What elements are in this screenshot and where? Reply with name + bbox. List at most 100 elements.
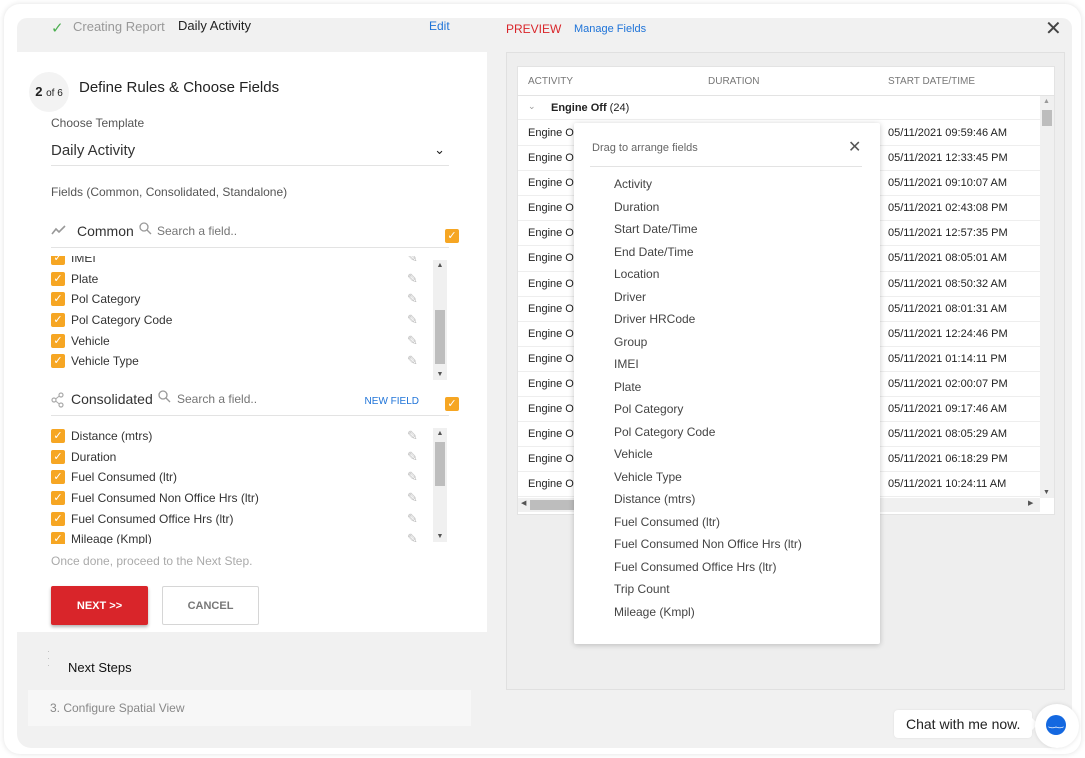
scroll-left-icon[interactable]: ◀ <box>521 499 526 507</box>
column-header-duration[interactable]: DURATION <box>708 76 759 87</box>
arrange-field-item[interactable]: End Date/Time <box>614 245 802 268</box>
arrange-field-item[interactable]: IMEI <box>614 357 802 380</box>
scroll-down-icon[interactable]: ▼ <box>433 371 447 378</box>
pencil-icon[interactable]: ✎ <box>407 333 418 349</box>
field-row: ✓ Fuel Consumed Non Office Hrs (ltr) ✎ <box>51 488 461 509</box>
field-checkbox[interactable]: ✓ <box>51 532 65 544</box>
field-row: ✓ Pol Category Code ✎ <box>51 310 461 331</box>
common-section-header: Common ✓ <box>51 220 459 248</box>
field-checkbox[interactable]: ✓ <box>51 354 65 369</box>
scroll-thumb[interactable] <box>1042 110 1052 126</box>
close-icon[interactable]: ✕ <box>1045 18 1062 41</box>
arrange-field-item[interactable]: Location <box>614 267 802 290</box>
field-checkbox[interactable]: ✓ <box>51 256 65 265</box>
pencil-icon[interactable]: ✎ <box>407 256 418 266</box>
arrange-field-item[interactable]: Fuel Consumed Office Hrs (ltr) <box>614 560 802 583</box>
arrange-field-item[interactable]: Fuel Consumed Non Office Hrs (ltr) <box>614 537 802 560</box>
arrange-field-item[interactable]: Driver HRCode <box>614 312 802 335</box>
pencil-icon[interactable]: ✎ <box>407 469 418 485</box>
common-list-scrollbar[interactable]: ▲ ▼ <box>433 260 447 380</box>
field-name: Vehicle Type <box>71 354 139 369</box>
consolidated-search-input[interactable] <box>177 392 307 406</box>
field-row: ✓ Fuel Consumed (ltr) ✎ <box>51 467 461 488</box>
field-name: Fuel Consumed Non Office Hrs (ltr) <box>71 491 259 506</box>
pencil-icon[interactable]: ✎ <box>407 312 418 328</box>
cell-start-datetime: 05/11/2021 08:50:32 AM <box>888 277 1008 290</box>
field-checkbox[interactable]: ✓ <box>51 470 65 485</box>
arrange-field-item[interactable]: Trip Count <box>614 582 802 605</box>
field-checkbox[interactable]: ✓ <box>51 449 65 464</box>
pencil-icon[interactable]: ✎ <box>407 511 418 527</box>
pencil-icon[interactable]: ✎ <box>407 490 418 506</box>
chat-prompt[interactable]: Chat with me now. <box>894 710 1039 738</box>
upcoming-step-item[interactable]: 3. Configure Spatial View <box>28 690 471 726</box>
column-header-start[interactable]: START DATE/TIME <box>888 76 975 87</box>
common-select-all-checkbox[interactable]: ✓ <box>445 229 459 243</box>
arrange-field-item[interactable]: Driver <box>614 290 802 313</box>
scroll-up-icon[interactable]: ▲ <box>433 430 447 437</box>
arrange-field-item[interactable]: Group <box>614 335 802 358</box>
arrange-field-item[interactable]: Fuel Consumed (ltr) <box>614 515 802 538</box>
field-checkbox[interactable]: ✓ <box>51 292 65 307</box>
arrange-field-item[interactable]: Pol Category Code <box>614 425 802 448</box>
field-checkbox[interactable]: ✓ <box>51 333 65 348</box>
new-field-link[interactable]: NEW FIELD <box>365 396 419 407</box>
pencil-icon[interactable]: ✎ <box>407 353 418 369</box>
cell-activity: Engine Of <box>528 202 577 215</box>
column-header-activity[interactable]: ACTIVITY <box>528 76 573 87</box>
arrange-field-item[interactable]: Distance (mtrs) <box>614 492 802 515</box>
pencil-icon[interactable]: ✎ <box>407 291 418 307</box>
creating-report-label: Creating Report <box>73 19 165 34</box>
check-icon: ✓ <box>51 20 64 37</box>
template-select[interactable]: Daily Activity ⌄ <box>51 136 449 166</box>
common-section-title: Common <box>77 223 134 239</box>
cell-activity: Engine Of <box>528 152 577 165</box>
chevron-down-icon[interactable]: ⌄ <box>528 101 536 112</box>
pencil-icon[interactable]: ✎ <box>407 449 418 465</box>
edit-link[interactable]: Edit <box>429 19 450 33</box>
chat-button[interactable]: ‿‿ <box>1035 704 1079 748</box>
popup-title: Drag to arrange fields <box>592 142 698 154</box>
pencil-icon[interactable]: ✎ <box>407 531 418 544</box>
scroll-down-icon[interactable]: ▼ <box>1043 489 1050 496</box>
step-total: of 6 <box>46 88 63 99</box>
arrange-field-item[interactable]: Duration <box>614 200 802 223</box>
arrange-field-item[interactable]: Vehicle <box>614 447 802 470</box>
manage-fields-link[interactable]: Manage Fields <box>574 23 646 35</box>
arrange-field-item[interactable]: Vehicle Type <box>614 470 802 493</box>
step-title: Define Rules & Choose Fields <box>79 79 280 96</box>
consolidated-select-all-checkbox[interactable]: ✓ <box>445 397 459 411</box>
arrange-field-item[interactable]: Pol Category <box>614 402 802 425</box>
field-checkbox[interactable]: ✓ <box>51 429 65 443</box>
consolidated-field-list: ✓ Distance (mtrs) ✎ ✓ Duration ✎ ✓ Fuel Consume… <box>51 426 461 544</box>
consolidated-list-scrollbar[interactable]: ▲ ▼ <box>433 428 447 542</box>
common-field-list: ✓ IMEI ✎ ✓ Plate ✎ ✓ Pol Category ✎ ✓ Pol Category… <box>51 256 461 380</box>
field-name: IMEI <box>71 256 96 265</box>
grid-vertical-scrollbar[interactable]: ▲ ▼ <box>1040 96 1054 498</box>
close-icon[interactable]: ✕ <box>848 137 861 157</box>
cancel-button[interactable]: CANCEL <box>162 586 259 625</box>
pencil-icon[interactable]: ✎ <box>407 271 418 287</box>
scroll-down-icon[interactable]: ▼ <box>433 533 447 540</box>
scroll-up-icon[interactable]: ▲ <box>433 262 447 269</box>
scroll-thumb[interactable] <box>435 442 445 486</box>
field-row: ✓ Vehicle Type ✎ <box>51 351 461 372</box>
field-checkbox[interactable]: ✓ <box>51 511 65 526</box>
next-button[interactable]: NEXT >> <box>51 586 148 625</box>
arrange-field-item[interactable]: Activity <box>614 177 802 200</box>
field-checkbox[interactable]: ✓ <box>51 271 65 286</box>
common-search-input[interactable] <box>157 224 287 238</box>
pencil-icon[interactable]: ✎ <box>407 428 418 444</box>
field-checkbox[interactable]: ✓ <box>51 491 65 506</box>
consolidated-section-title: Consolidated <box>71 391 153 407</box>
group-row-engine-off[interactable]: ⌄ Engine Off (24) <box>518 96 1040 120</box>
arrange-field-item[interactable]: Start Date/Time <box>614 222 802 245</box>
scroll-right-icon[interactable]: ▶ <box>1028 499 1033 507</box>
cell-start-datetime: 05/11/2021 12:57:35 PM <box>888 227 1008 240</box>
cell-activity: Engine Of <box>528 302 577 315</box>
scroll-thumb[interactable] <box>435 310 445 364</box>
field-checkbox[interactable]: ✓ <box>51 313 65 328</box>
arrange-field-item[interactable]: Plate <box>614 380 802 403</box>
scroll-up-icon[interactable]: ▲ <box>1043 98 1050 105</box>
arrange-field-item[interactable]: Mileage (Kmpl) <box>614 605 802 628</box>
